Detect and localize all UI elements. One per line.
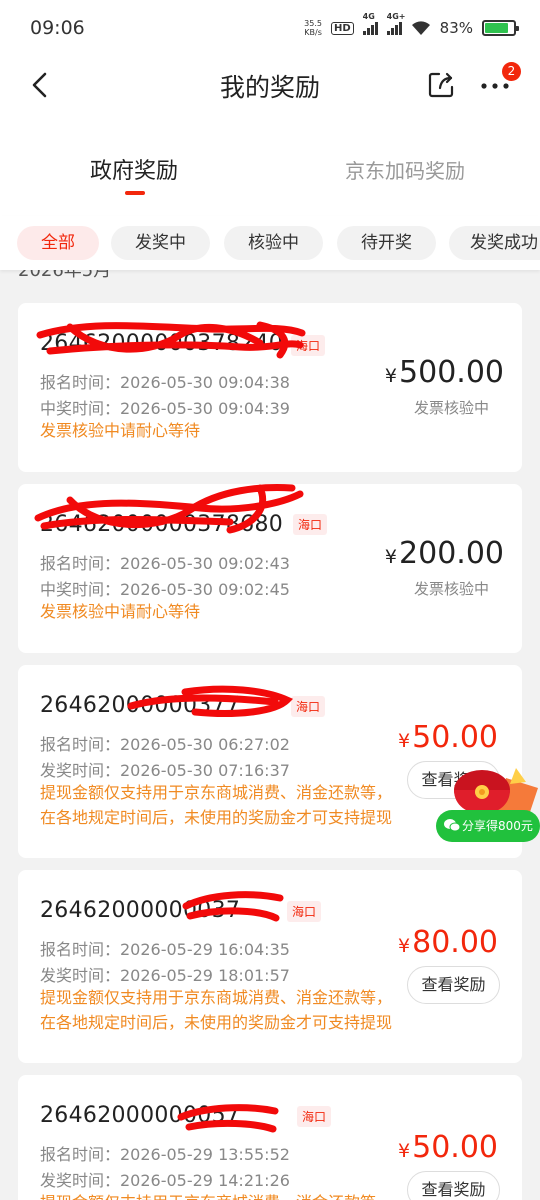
region-tag: 海口 xyxy=(287,901,322,922)
signal-icon-2: 4G+ xyxy=(386,12,406,35)
battery-percent: 83% xyxy=(439,19,473,37)
signal-icon: 4G xyxy=(362,12,378,35)
reward-tabs: 政府奖励 京东加码奖励 xyxy=(0,116,540,216)
status-time: 09:06 xyxy=(30,17,85,39)
filter-all[interactable]: 全部 xyxy=(17,226,99,260)
reward-status: 发票核验中 xyxy=(413,580,489,598)
reward-notice-line2: 在各地规定时间后，未使用的奖励金才可支持提现 xyxy=(40,1013,393,1032)
share-earn-button[interactable]: 分享得800元 xyxy=(436,810,540,842)
reward-notice-line1: 提现金额仅支持用于京东商城消费、消金还款等， xyxy=(40,1190,392,1200)
reward-amount: ¥500.00 xyxy=(384,355,504,390)
view-reward-button[interactable]: 查看奖励 xyxy=(407,1171,500,1200)
network-speed: 35.5 KB/s xyxy=(304,19,322,37)
order-number: 26462000000057 xyxy=(40,1103,241,1128)
reward-card[interactable]: 26462000000378240 海口 报名时间：2026-05-30 09:… xyxy=(18,303,522,472)
issue-time: 发奖时间：2026-05-29 18:01:57 xyxy=(40,966,290,985)
signup-time: 报名时间：2026-05-29 16:04:35 xyxy=(40,940,290,959)
region-tag: 海口 xyxy=(291,696,326,717)
signup-time: 报名时间：2026-05-30 09:02:43 xyxy=(40,554,290,573)
win-time: 中奖时间：2026-05-30 09:04:39 xyxy=(40,399,290,418)
reward-card[interactable]: 26462000000037 海口 报名时间：2026-05-29 16:04:… xyxy=(18,870,522,1063)
tab-jd-bonus-reward[interactable]: 京东加码奖励 xyxy=(345,155,465,184)
battery-fill xyxy=(485,23,509,33)
issue-time: 发奖时间：2026-05-30 07:16:37 xyxy=(40,761,290,780)
reward-notice: 发票核验中请耐心等待 xyxy=(40,602,201,621)
region-tag: 海口 xyxy=(293,514,328,535)
view-reward-button[interactable]: 查看奖励 xyxy=(407,966,500,1004)
order-number: 26462000000378240 xyxy=(40,331,284,356)
notification-badge: 2 xyxy=(502,62,521,81)
reward-status: 发票核验中 xyxy=(413,399,489,417)
reward-amount: ¥200.00 xyxy=(384,536,504,571)
hd-icon: HD xyxy=(330,21,354,35)
battery-icon xyxy=(482,20,519,36)
signup-time: 报名时间：2026-05-30 09:04:38 xyxy=(40,373,290,392)
filter-bar: 全部 发奖中 核验中 待开奖 发奖成功 xyxy=(0,216,540,270)
issue-time: 发奖时间：2026-05-29 14:21:26 xyxy=(40,1171,290,1190)
reward-card[interactable]: 26462000000057 海口 报名时间：2026-05-29 13:55:… xyxy=(18,1075,522,1200)
page-title: 我的奖励 xyxy=(219,73,320,102)
filter-verifying[interactable]: 核验中 xyxy=(224,226,323,260)
reward-notice-line1: 提现金额仅支持用于京东商城消费、消金还款等， xyxy=(40,783,393,802)
region-tag: 海口 xyxy=(291,335,326,356)
filter-pending-draw[interactable]: 待开奖 xyxy=(337,226,436,260)
status-bar: 09:06 35.5 KB/s HD 4G 4G+ 83% xyxy=(0,0,540,56)
signup-time: 报名时间：2026-05-29 13:55:52 xyxy=(40,1145,290,1164)
reward-notice-line2: 在各地规定时间后，未使用的奖励金才可支持提现 xyxy=(40,808,393,827)
reward-notice-line1: 提现金额仅支持用于京东商城消费、消金还款等， xyxy=(40,988,393,1007)
reward-amount: ¥50.00 xyxy=(398,720,498,755)
share-icon[interactable] xyxy=(426,70,456,100)
nav-bar: 我的奖励 xyxy=(0,56,540,116)
order-number: 26462000000037 xyxy=(40,898,241,923)
wifi-icon xyxy=(411,20,430,35)
reward-card[interactable]: 26462000000378680 海口 报名时间：2026-05-30 09:… xyxy=(18,484,522,653)
reward-amount: ¥80.00 xyxy=(398,925,498,960)
tab-government-reward[interactable]: 政府奖励 xyxy=(90,153,178,185)
wechat-icon xyxy=(444,819,461,832)
win-time: 中奖时间：2026-05-30 09:02:45 xyxy=(40,580,290,599)
filter-issuing[interactable]: 发奖中 xyxy=(111,226,210,260)
order-number: 26462000000378680 xyxy=(40,512,284,537)
reward-notice: 发票核验中请耐心等待 xyxy=(40,421,201,440)
region-tag: 海口 xyxy=(297,1106,332,1127)
order-number: 26462000000377 xyxy=(40,693,241,718)
filter-issued-success[interactable]: 发奖成功 xyxy=(449,226,540,260)
tab-indicator xyxy=(125,191,145,195)
reward-amount: ¥50.00 xyxy=(398,1130,498,1165)
signup-time: 报名时间：2026-05-30 06:27:02 xyxy=(40,735,290,754)
